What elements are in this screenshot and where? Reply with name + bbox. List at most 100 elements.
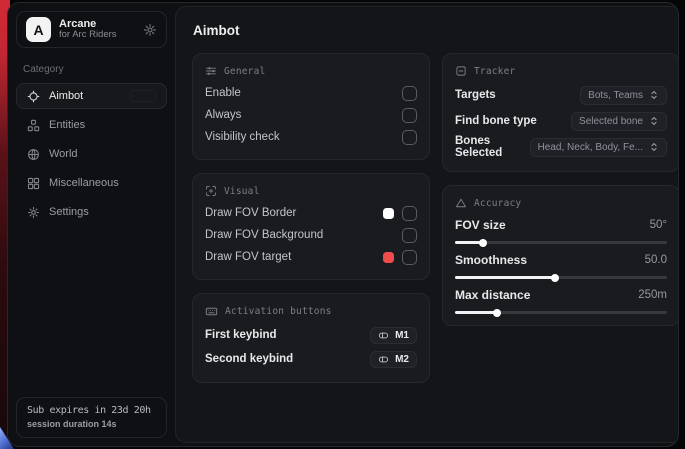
sliders-icon [205,65,217,77]
dropdown-value: Head, Neck, Body, Fe... [538,142,643,153]
keybind-value: M2 [395,354,409,365]
card-header-label: Accuracy [474,198,521,209]
targets-dropdown[interactable]: Bots, Teams [580,86,667,105]
sidebar-item-entities[interactable]: Entities [16,112,167,138]
scan-plus-icon [205,185,217,197]
card-header-label: General [224,66,265,77]
chevrons-up-down-icon [649,90,659,100]
visual-card-header: Visual [205,185,417,197]
general-card: General Enable Always Visibility check [192,53,430,160]
activation-card-header: Activation buttons [205,305,417,318]
row-label: Visibility check [205,131,280,143]
row-controls [383,206,417,221]
app-window: A Arcane for Arc Riders Category [7,2,679,447]
first-keybind-button[interactable]: M1 [370,327,417,344]
row-label: Draw FOV Background [205,229,323,241]
card-header-label: Visual [224,186,260,197]
slider-fill [455,276,555,279]
slider-label: Smoothness [455,253,527,267]
general-card-header: General [205,65,417,77]
triangle-icon [455,197,467,209]
globe-icon [27,148,40,161]
entities-icon [27,119,40,132]
mouse-icon [378,330,389,341]
setting-row-fov-target: Draw FOV target [205,246,417,268]
always-checkbox[interactable] [402,108,417,123]
max-distance-setting: Max distance 250m [455,286,667,314]
app-subtitle: for Arc Riders [59,30,117,41]
sidebar-item-label: Miscellaneous [49,177,119,189]
fov-target-checkbox[interactable] [402,250,417,265]
sidebar-item-aimbot[interactable]: Aimbot [16,83,167,109]
row-label: Second keybind [205,353,293,365]
slider-fill [455,241,483,244]
card-header-label: Tracker [474,66,515,77]
main-panel: Aimbot [175,6,679,443]
row-controls [402,228,417,243]
setting-row-targets: Targets Bots, Teams [455,82,667,108]
setting-row-enable: Enable [205,82,417,104]
fov-background-checkbox[interactable] [402,228,417,243]
sidebar-item-miscellaneous[interactable]: Miscellaneous [16,170,167,196]
row-label: Find bone type [455,115,537,127]
keyboard-icon [205,305,218,318]
color-swatch-red[interactable] [383,252,394,263]
second-keybind-button[interactable]: M2 [370,351,417,368]
page-title: Aimbot [193,23,679,38]
row-label: Bones Selected [455,135,530,159]
gear-icon[interactable] [143,23,157,37]
subscription-expiry: Sub expires in 23d 20h [27,405,156,416]
accuracy-card-header: Accuracy [455,197,667,209]
bones-selected-dropdown[interactable]: Head, Neck, Body, Fe... [530,138,667,157]
sidebar-item-label: World [49,148,78,160]
brand-card: A Arcane for Arc Riders [16,11,167,48]
row-label: Enable [205,87,241,99]
row-label: Targets [455,89,496,101]
slider-label: Max distance [455,288,530,302]
session-duration: session duration 14s [27,419,156,429]
row-label: Draw FOV Border [205,207,296,219]
mouse-icon [378,354,389,365]
card-header-label: Activation buttons [225,306,332,317]
setting-row-bones-selected: Bones Selected Head, Neck, Body, Fe... [455,134,667,160]
slider-value: 250m [638,289,667,301]
max-distance-slider[interactable] [455,311,667,314]
setting-row-fov-background: Draw FOV Background [205,224,417,246]
slider-fill [455,311,497,314]
gear-icon [27,206,40,219]
sidebar: A Arcane for Arc Riders Category [8,3,175,446]
slider-head: Max distance 250m [455,286,667,304]
sidebar-item-settings[interactable]: Settings [16,199,167,225]
row-label: Draw FOV target [205,251,291,263]
desktop-background: A Arcane for Arc Riders Category [0,0,685,449]
enable-checkbox[interactable] [402,86,417,101]
dropdown-value: Bots, Teams [588,90,643,101]
sidebar-item-world[interactable]: World [16,141,167,167]
color-swatch-white[interactable] [383,208,394,219]
left-column: General Enable Always Visibility check [192,53,430,383]
find-bone-type-dropdown[interactable]: Selected bone [571,112,667,131]
brand-text: Arcane for Arc Riders [59,18,117,42]
nav-item-hint [130,90,156,102]
chevrons-up-down-icon [649,142,659,152]
crosshair-icon [27,90,40,103]
row-label: First keybind [205,329,277,341]
fov-border-checkbox[interactable] [402,206,417,221]
chevrons-up-down-icon [649,116,659,126]
slider-value: 50.0 [645,254,667,266]
subscription-card: Sub expires in 23d 20h session duration … [16,397,167,438]
smoothness-slider[interactable] [455,276,667,279]
tracker-card-header: Tracker [455,65,667,77]
accuracy-card: Accuracy FOV size 50° [442,185,679,326]
app-logo: A [26,17,51,42]
setting-row-find-bone-type: Find bone type Selected bone [455,108,667,134]
slider-head: FOV size 50° [455,216,667,234]
right-column: Tracker Targets Bots, Teams [442,53,679,326]
visual-card: Visual Draw FOV Border Draw FOV Backgrou… [192,173,430,280]
fov-size-slider[interactable] [455,241,667,244]
setting-row-second-keybind: Second keybind M2 [205,347,417,371]
visibility-check-checkbox[interactable] [402,130,417,145]
setting-row-visibility-check: Visibility check [205,126,417,148]
category-label: Category [23,64,160,75]
grid-icon [27,177,40,190]
